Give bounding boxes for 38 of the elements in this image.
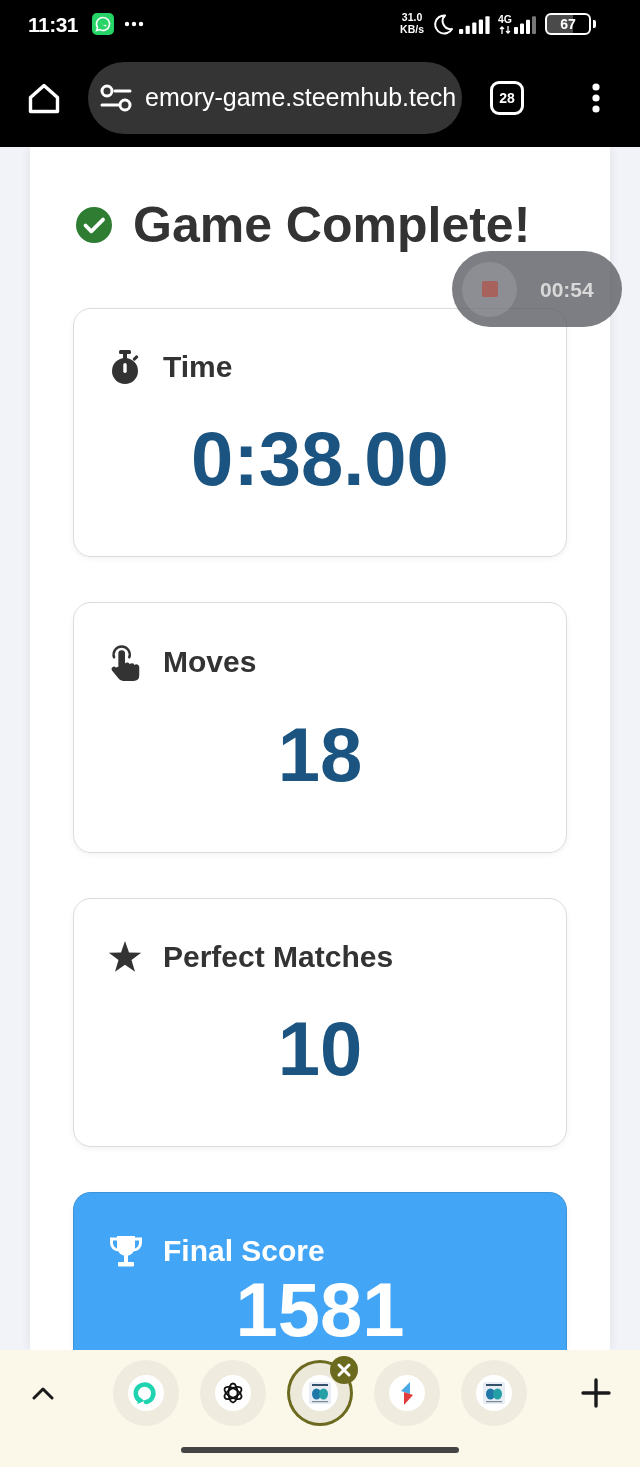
network-speed: 31.0 (400, 12, 424, 24)
stat-value: 18 (276, 713, 364, 797)
status-time: 11:31 (28, 13, 79, 35)
stat-value: 0:38.00 (190, 417, 450, 501)
tab-switcher-button[interactable]: 28 (490, 80, 524, 115)
chat-app-icon (92, 13, 115, 35)
caret-up-icon[interactable] (32, 1386, 54, 1400)
close-icon[interactable] (330, 1356, 358, 1384)
signal-icon (514, 14, 536, 35)
trophy-icon (108, 1234, 142, 1268)
stat-value: 1581 (234, 1272, 406, 1348)
star-icon (108, 940, 142, 974)
battery-indicator: 67 (545, 13, 597, 35)
chat-bubble-icon (128, 1375, 164, 1411)
plus-icon[interactable] (581, 1378, 611, 1408)
check-circle-icon (76, 207, 112, 243)
page-thumbnail-icon (302, 1375, 338, 1411)
recording-time: 00:54 (540, 278, 594, 300)
stat-label: Perfect Matches (163, 939, 394, 975)
network-type: 4G (498, 13, 512, 25)
stat-label: Final Score (163, 1233, 325, 1269)
atom-icon (215, 1375, 251, 1411)
zigzag-logo-icon (389, 1375, 425, 1411)
moon-icon (432, 13, 454, 35)
signal-icon (459, 14, 490, 34)
page-title: Game Complete! (133, 200, 531, 250)
network-speed-unit: KB/s (400, 24, 424, 36)
data-arrows-icon (499, 26, 511, 35)
stat-value: 10 (276, 1007, 364, 1091)
tune-icon[interactable] (100, 83, 132, 112)
stop-icon (481, 281, 498, 297)
stat-label: Moves (163, 644, 257, 680)
page-thumbnail-icon (476, 1375, 512, 1411)
home-icon[interactable] (28, 81, 60, 114)
more-notifications-icon (124, 21, 145, 27)
stat-label: Time (163, 349, 233, 385)
url-bar[interactable]: emory-game.steemhub.tech (88, 61, 462, 134)
menu-icon[interactable] (592, 82, 600, 113)
